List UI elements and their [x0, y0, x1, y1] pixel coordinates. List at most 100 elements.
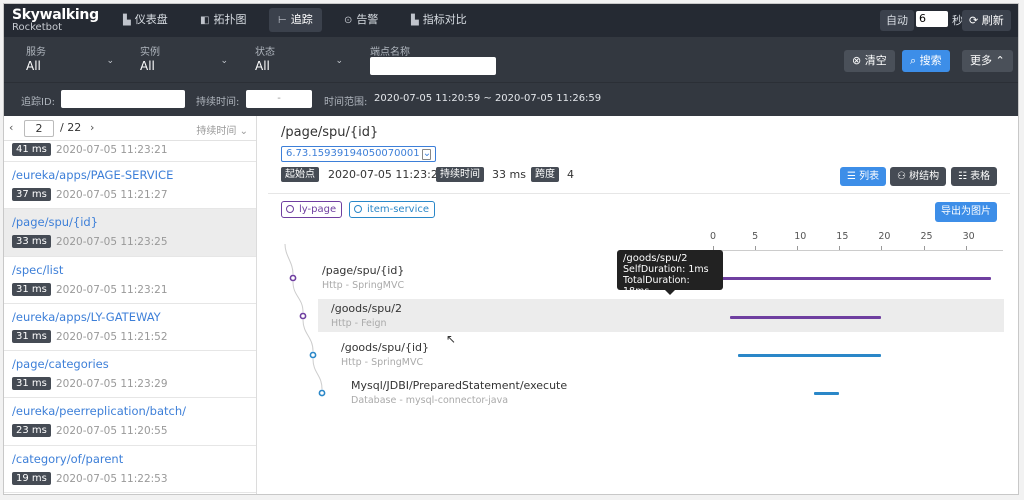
nav-dashboard[interactable]: ▙ 仪表盘 [114, 8, 177, 32]
axis-tick-label: 25 [920, 231, 933, 242]
trace-item[interactable]: /page/categories 31 ms 2020-07-05 11:23:… [4, 351, 256, 399]
state-value: All [255, 59, 270, 73]
trace-timeline: /page/spu/{id} Http - SpringMVC /goods/s… [258, 116, 1018, 494]
clear-button[interactable]: ⊗ 清空 [844, 50, 895, 72]
nav-alarm[interactable]: ⊙ 告警 [335, 8, 387, 32]
filter-bar-extra: 追踪ID: 持续时间: - 时间范围: 2020-07-05 11:20:59 … [4, 82, 1018, 116]
axis-tick [965, 246, 967, 250]
span-name[interactable]: /goods/spu/2 [331, 302, 402, 315]
search-button[interactable]: ⌕ 搜索 [902, 50, 950, 72]
trace-time: 2020-07-05 11:20:55 [56, 425, 168, 438]
axis-tick [797, 246, 799, 250]
span-type: Http - SpringMVC [341, 357, 424, 368]
service-select[interactable]: 服务 All ⌄ [26, 43, 114, 73]
more-button[interactable]: 更多 ⌃ [962, 50, 1013, 72]
trace-item[interactable]: /eureka/apps/LY-GATEWAY 31 ms 2020-07-05… [4, 304, 256, 352]
trace-endpoint: /eureka/apps/PAGE-SERVICE [12, 168, 174, 182]
duration-badge: 41 ms [12, 143, 51, 156]
logo-main: Skywalking [12, 7, 99, 23]
duration-badge: 37 ms [12, 188, 51, 201]
next-page-icon[interactable]: › [90, 121, 94, 134]
trace-id-input[interactable] [61, 90, 185, 108]
endpoint-input[interactable] [370, 57, 496, 75]
axis-tick-label: 10 [794, 231, 807, 242]
nav-trace[interactable]: ⊢ 追踪 [269, 8, 322, 32]
trace-item[interactable]: /spec/list 31 ms 2020-07-05 11:23:21 [4, 257, 256, 304]
sort-select[interactable]: 持续时间 ⌄ [196, 122, 248, 137]
trace-endpoint: /category/of/parent [12, 451, 124, 466]
duration-label: 持续时间: [196, 97, 240, 108]
trace-endpoint: /eureka/apps/LY-GATEWAY [12, 309, 161, 324]
trace-endpoint: /page/categories [12, 357, 109, 372]
filter-bar: 服务 All ⌄ 实例 All ⌄ 状态 All ⌄ 端点名称 ⊗ 清空 ⌕ 搜… [4, 37, 1018, 82]
trace-item-selected[interactable]: /page/spu/{id} 33 ms 2020-07-05 11:23:25 [4, 209, 256, 257]
state-label: 状态 [255, 47, 275, 58]
tooltip-title: /goods/spu/2 [623, 253, 688, 264]
span-name[interactable]: /page/spu/{id} [322, 264, 404, 277]
time-axis-line [713, 250, 1003, 251]
span-node-icon [299, 312, 307, 320]
tree-line [292, 281, 304, 313]
trace-item[interactable]: 41 ms 2020-07-05 11:23:21 [4, 141, 256, 162]
span-node-icon [289, 274, 297, 282]
sort-label: 持续时间 [196, 126, 237, 137]
axis-tick [755, 246, 757, 250]
span-name[interactable]: /goods/spu/{id} [341, 341, 429, 354]
prev-page-icon[interactable]: ‹ [9, 121, 13, 134]
span-name[interactable]: Mysql/JDBI/PreparedStatement/execute [351, 379, 567, 392]
trace-time: 2020-07-05 11:23:21 [56, 283, 168, 296]
trace-endpoint: /eureka/peerreplication/batch/ [12, 404, 186, 419]
service-label: 服务 [26, 47, 46, 58]
trace-item[interactable]: /eureka/peerreplication/batch/ 23 ms 202… [4, 398, 256, 446]
app-window: Skywalking Rocketbot ▙ 仪表盘 ◧ 拓扑图 ⊢ 追踪 ⊙ 告警 ▙… [3, 3, 1019, 495]
span-bar[interactable] [738, 354, 882, 357]
nav-dashboard-label: 仪表盘 [134, 13, 168, 26]
instance-select[interactable]: 实例 All ⌄ [140, 43, 228, 73]
span-bar[interactable] [713, 277, 991, 280]
trace-time: 2020-07-05 11:23:21 [56, 144, 168, 156]
chart-icon: ▙ [123, 15, 131, 26]
span-tooltip: /goods/spu/2 SelfDuration: 1ms TotalDura… [617, 250, 723, 297]
trace-endpoint: /page/spu/{id} [12, 215, 99, 230]
span-bar[interactable] [814, 392, 840, 395]
refresh-button[interactable]: ⟳ 刷新 [962, 10, 1011, 31]
logo-sub: Rocketbot [12, 22, 63, 33]
duration-input[interactable]: - [246, 90, 312, 108]
axis-tick-label: 5 [752, 231, 759, 242]
refresh-label: 刷新 [981, 14, 1004, 27]
axis-tick [839, 246, 841, 250]
axis-tick-label: 20 [878, 231, 891, 242]
axis-tick-label: 30 [962, 231, 975, 242]
trace-time: 2020-07-05 11:21:27 [56, 189, 168, 201]
trace-time: 2020-07-05 11:22:53 [56, 472, 168, 485]
duration-badge: 23 ms [12, 424, 51, 438]
trace-icon: ⊢ [278, 15, 287, 26]
axis-tick-label: 0 [710, 231, 717, 242]
nav-trace-label: 追踪 [290, 13, 313, 26]
trace-time: 2020-07-05 11:23:29 [56, 378, 168, 391]
instance-label: 实例 [140, 47, 160, 58]
tooltip-self-duration: SelfDuration: 1ms [623, 264, 709, 275]
more-label: 更多 [970, 54, 992, 67]
span-type: Http - Feign [331, 318, 387, 329]
auto-refresh-toggle[interactable]: 自动 [880, 10, 914, 31]
nav-topology[interactable]: ◧ 拓扑图 [191, 8, 255, 32]
chevron-up-icon: ⌃ [995, 54, 1005, 67]
duration-badge: 33 ms [12, 235, 51, 249]
duration-badge: 31 ms [12, 329, 51, 343]
state-select[interactable]: 状态 All ⌄ [255, 43, 343, 73]
duration-badge: 31 ms [12, 377, 51, 391]
time-range-value[interactable]: 2020-07-05 11:20:59 ~ 2020-07-05 11:26:5… [374, 93, 601, 104]
logo[interactable]: Skywalking Rocketbot [12, 8, 99, 33]
nav-compare[interactable]: ▙ 指标对比 [402, 8, 476, 32]
page-input[interactable]: 2 [24, 120, 54, 137]
refresh-interval-input[interactable]: 6 [916, 11, 948, 27]
span-bar[interactable] [729, 316, 882, 319]
clear-label: 清空 [864, 54, 887, 67]
trace-item[interactable]: /eureka/apps/PAGE-SERVICE 37 ms 2020-07-… [4, 162, 256, 210]
tree-line [284, 243, 294, 275]
trace-item[interactable]: /category/of/parent 19 ms 2020-07-05 11:… [4, 446, 256, 494]
alarm-icon: ⊙ [344, 15, 353, 26]
time-range-label: 时间范围: [324, 97, 368, 108]
tree-line [312, 358, 323, 390]
